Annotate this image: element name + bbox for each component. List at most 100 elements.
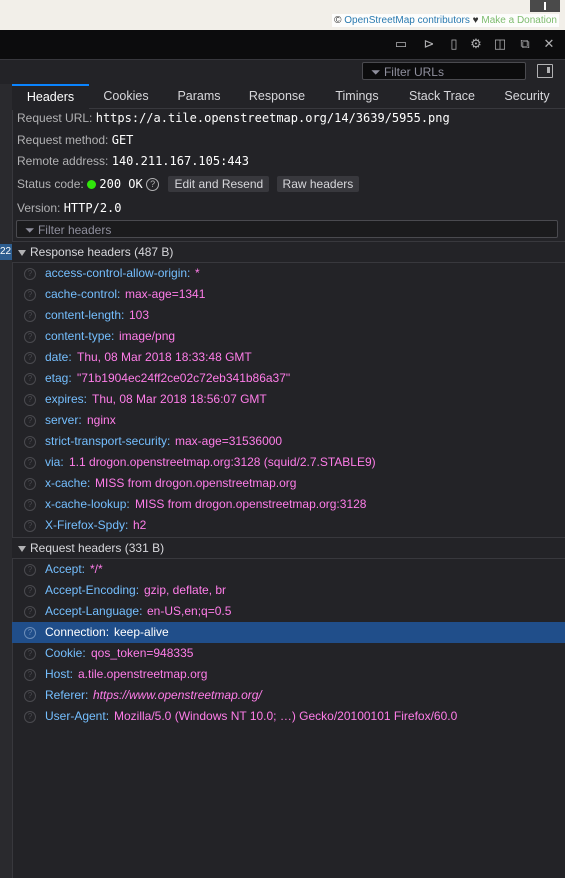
selected-request-marker[interactable]: 22 <box>0 244 12 260</box>
header-value: a.tile.openstreetmap.org <box>78 667 208 681</box>
devtools-toolbar: ▭ ⊳ ▯ ⚙ ◫ ⧉ ✕ <box>0 30 565 60</box>
osm-contributors-link[interactable]: OpenStreetMap contributors <box>344 15 470 26</box>
header-name: Accept-Encoding: <box>45 583 140 597</box>
console-icon[interactable]: ⊳ <box>422 37 436 51</box>
tab-response[interactable]: Response <box>240 84 314 108</box>
header-help-icon[interactable]: ? <box>24 478 36 490</box>
header-help-icon[interactable]: ? <box>24 436 36 448</box>
header-row[interactable]: ? Accept-Encoding: gzip, deflate, br <box>12 580 565 601</box>
header-name: cache-control: <box>45 287 121 301</box>
header-row[interactable]: ? x-cache-lookup: MISS from drogon.openstr… <box>12 494 565 515</box>
dock-layout-icon[interactable]: ▭ <box>394 37 408 51</box>
toggle-sidebar-icon[interactable] <box>537 64 553 78</box>
header-name: via: <box>45 455 64 469</box>
header-row[interactable]: ? via: 1.1 drogon.openstreetmap.org:3128 (… <box>12 452 565 473</box>
header-row[interactable]: ? content-length: 103 <box>12 305 565 326</box>
header-row[interactable]: ? etag: "71b1904ec24ff2ce02c72eb341b86a37" <box>12 368 565 389</box>
header-help-icon[interactable]: ? <box>24 499 36 511</box>
header-help-icon[interactable]: ? <box>24 648 36 660</box>
header-help-icon[interactable]: ? <box>24 669 36 681</box>
header-value: https://www.openstreetmap.org/ <box>93 688 262 702</box>
header-row[interactable]: ? X-Firefox-Spdy: h2 <box>12 515 565 536</box>
header-help-icon[interactable]: ? <box>24 627 36 639</box>
header-help-icon[interactable]: ? <box>24 457 36 469</box>
header-help-icon[interactable]: ? <box>24 268 36 280</box>
header-value: Thu, 08 Mar 2018 18:33:48 GMT <box>77 350 252 364</box>
details-tabs: Headers Cookies Params Response Timings … <box>12 84 565 110</box>
header-help-icon[interactable]: ? <box>24 606 36 618</box>
request-url-row: Request URL: https://a.tile.openstreetma… <box>17 111 450 125</box>
header-help-icon[interactable]: ? <box>24 564 36 576</box>
filter-headers-placeholder: Filter headers <box>37 223 112 237</box>
header-value: image/png <box>119 329 176 343</box>
header-row[interactable]: ? strict-transport-security: max-age=31536… <box>12 431 565 452</box>
header-help-icon[interactable]: ? <box>24 415 36 427</box>
header-name: User-Agent: <box>45 709 110 723</box>
raw-headers-button[interactable]: Raw headers <box>276 176 360 192</box>
header-row[interactable]: ? x-cache: MISS from drogon.openstreetmap.… <box>12 473 565 494</box>
request-url-value: https://a.tile.openstreetmap.org/14/3639… <box>95 111 450 125</box>
request-headers-toggle[interactable]: Request headers (331 B) <box>12 537 565 559</box>
header-help-icon[interactable]: ? <box>24 352 36 364</box>
network-filter-bar: ⏷ Filter URLs <box>0 60 565 85</box>
header-row[interactable]: ? Connection: keep-alive <box>12 622 565 643</box>
header-help-icon[interactable]: ? <box>24 585 36 597</box>
header-row[interactable]: ? access-control-allow-origin: * <box>12 263 565 284</box>
header-help-icon[interactable]: ? <box>24 310 36 322</box>
tab-headers[interactable]: Headers <box>12 84 89 110</box>
header-value: h2 <box>133 518 147 532</box>
filter-urls-input[interactable]: ⏷ Filter URLs <box>362 62 526 80</box>
header-row[interactable]: ? Accept-Language: en-US,en;q=0.5 <box>12 601 565 622</box>
donate-link[interactable]: Make a Donation <box>481 15 557 26</box>
header-help-icon[interactable]: ? <box>24 373 36 385</box>
header-row[interactable]: ? Host: a.tile.openstreetmap.org <box>12 664 565 685</box>
header-row[interactable]: ? Referer: https://www.openstreetmap.org/ <box>12 685 565 706</box>
tab-stack-trace[interactable]: Stack Trace <box>402 84 482 108</box>
help-icon[interactable]: ? <box>146 178 160 192</box>
header-help-icon[interactable]: ? <box>24 394 36 406</box>
map-menu-button[interactable] <box>530 0 560 12</box>
status-dot-icon <box>87 180 97 190</box>
header-row[interactable]: ? Accept: */* <box>12 559 565 580</box>
header-value: "71b1904ec24ff2ce02c72eb341b86a37" <box>77 371 291 385</box>
tab-cookies[interactable]: Cookies <box>92 84 160 108</box>
split-icon[interactable]: ◫ <box>493 37 507 51</box>
tab-timings[interactable]: Timings <box>322 84 392 108</box>
header-row[interactable]: ? server: nginx <box>12 410 565 431</box>
remote-address-value: 140.211.167.105:443 <box>111 154 250 168</box>
status-code-value: 200 OK <box>99 177 143 191</box>
tab-security[interactable]: Security <box>494 84 560 108</box>
header-row[interactable]: ? Cookie: qos_token=948335 <box>12 643 565 664</box>
header-help-icon[interactable]: ? <box>24 520 36 532</box>
settings-icon[interactable]: ⚙ <box>469 37 483 51</box>
header-row[interactable]: ? content-type: image/png <box>12 326 565 347</box>
header-help-icon[interactable]: ? <box>24 331 36 343</box>
header-help-icon[interactable]: ? <box>24 289 36 301</box>
responsive-icon[interactable]: ▯ <box>447 37 461 51</box>
header-name: date: <box>45 350 72 364</box>
close-icon[interactable]: ✕ <box>542 37 556 51</box>
header-name: expires: <box>45 392 88 406</box>
header-value: gzip, deflate, br <box>144 583 227 597</box>
header-name: x-cache-lookup: <box>45 497 130 511</box>
header-value: qos_token=948335 <box>91 646 194 660</box>
header-row[interactable]: ? date: Thu, 08 Mar 2018 18:33:48 GMT <box>12 347 565 368</box>
header-row[interactable]: ? expires: Thu, 08 Mar 2018 18:56:07 GMT <box>12 389 565 410</box>
header-row[interactable]: ? cache-control: max-age=1341 <box>12 284 565 305</box>
header-name: Accept-Language: <box>45 604 143 618</box>
tab-params[interactable]: Params <box>164 84 234 108</box>
header-name: Connection: <box>45 625 110 639</box>
header-help-icon[interactable]: ? <box>24 690 36 702</box>
header-value: * <box>195 266 200 280</box>
collapse-triangle-icon <box>18 545 26 552</box>
header-row[interactable]: ? User-Agent: Mozilla/5.0 (Windows NT 10.0… <box>12 706 565 727</box>
header-help-icon[interactable]: ? <box>24 711 36 723</box>
header-value: */* <box>90 562 103 576</box>
edit-and-resend-button[interactable]: Edit and Resend <box>168 176 270 192</box>
filter-headers-input[interactable]: ⏷ Filter headers <box>16 220 558 238</box>
undock-icon[interactable]: ⧉ <box>518 37 532 51</box>
status-code-row: Status code: 200 OK ? Edit and Resend Ra… <box>17 176 360 192</box>
response-headers-title: Response headers (487 B) <box>30 245 174 259</box>
response-headers-toggle[interactable]: Response headers (487 B) <box>12 241 565 263</box>
header-name: Cookie: <box>45 646 86 660</box>
